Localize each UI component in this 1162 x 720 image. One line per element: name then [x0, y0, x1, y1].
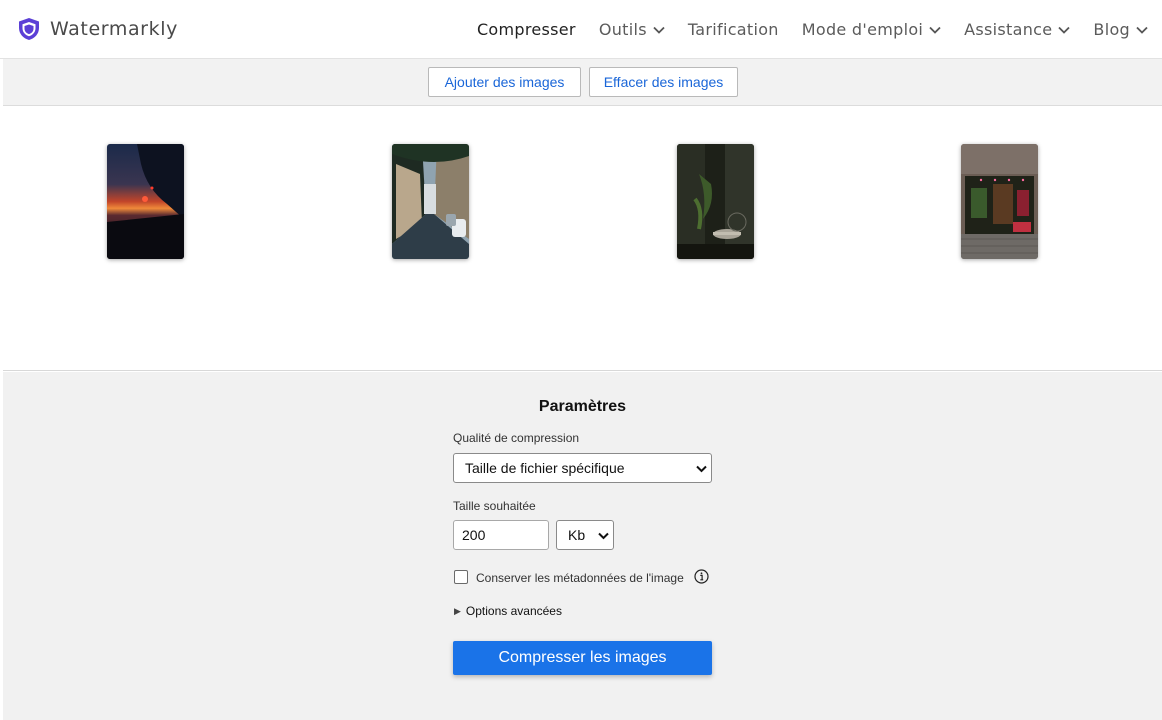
info-icon[interactable] [694, 569, 709, 584]
keep-metadata-checkbox[interactable] [454, 570, 468, 584]
brand-logo[interactable]: Watermarkly [18, 17, 178, 41]
advanced-options-label: Options avancées [465, 604, 562, 618]
shopfront-photo [961, 144, 1038, 259]
image-toolbar: Ajouter des images Effacer des images [3, 59, 1162, 106]
image-thumbnail[interactable] [961, 144, 1038, 259]
chevron-down-icon [1058, 26, 1071, 34]
quality-select[interactable]: Taille de fichier spécifique [453, 453, 712, 483]
settings-title: Paramètres [538, 398, 627, 415]
chevron-down-icon [1136, 26, 1148, 34]
clear-images-button[interactable]: Effacer des images [589, 67, 738, 97]
target-size-label: Taille souhaitée [453, 499, 536, 513]
nav-item-outils[interactable]: Outils [599, 20, 665, 39]
image-thumbnail[interactable] [392, 144, 469, 259]
size-unit-select[interactable]: Kb [556, 520, 614, 550]
target-size-input[interactable]: 200 [453, 520, 549, 550]
top-header: Watermarkly Compresser Outils Tarificati… [0, 0, 1162, 59]
nav-item-label: Compresser [476, 20, 576, 39]
nav-item-blog[interactable]: Blog [1093, 20, 1148, 39]
brand-name: Watermarkly [50, 18, 178, 40]
nav-item-label: Tarification [687, 20, 779, 39]
chevron-down-icon [696, 465, 707, 473]
shield-icon [19, 18, 39, 40]
nav-item-compresser[interactable]: Compresser [477, 20, 576, 39]
add-images-button[interactable]: Ajouter des images [428, 67, 581, 97]
nav-item-assistance[interactable]: Assistance [964, 20, 1071, 39]
image-gallery [3, 106, 1162, 371]
chevron-down-icon [653, 26, 665, 34]
nav-item-tarification[interactable]: Tarification [688, 20, 779, 39]
compress-images-button[interactable]: Compresser les images [453, 641, 712, 675]
nav-item-label: Assistance [964, 20, 1053, 39]
size-unit-value: Kb [568, 527, 586, 543]
main-nav: Compresser Outils Tarification Mode d'em… [454, 0, 1148, 59]
triangle-right-icon: ▶ [454, 605, 461, 616]
chevron-down-icon [929, 26, 941, 34]
quality-select-value: Taille de fichier spécifique [465, 460, 625, 476]
chevron-down-icon [598, 532, 609, 540]
nav-item-mode-emploi[interactable]: Mode d'emploi [802, 20, 941, 39]
nav-item-label: Mode d'emploi [801, 20, 924, 39]
settings-panel: Paramètres Qualité de compression Taille… [3, 372, 1162, 720]
cafe-interior-photo [677, 144, 754, 259]
nav-item-label: Outils [598, 20, 647, 39]
advanced-options-toggle[interactable]: ▶ Options avancées [454, 604, 562, 618]
nav-item-label: Blog [1093, 20, 1130, 39]
image-thumbnail[interactable] [677, 144, 754, 259]
quality-label: Qualité de compression [453, 431, 580, 445]
keep-metadata-label[interactable]: Conserver les métadonnées de l'image [476, 571, 684, 585]
target-size-value: 200 [462, 527, 486, 543]
image-thumbnail[interactable] [107, 144, 184, 259]
sunset-window-photo [107, 144, 184, 259]
city-street-photo [392, 144, 469, 259]
